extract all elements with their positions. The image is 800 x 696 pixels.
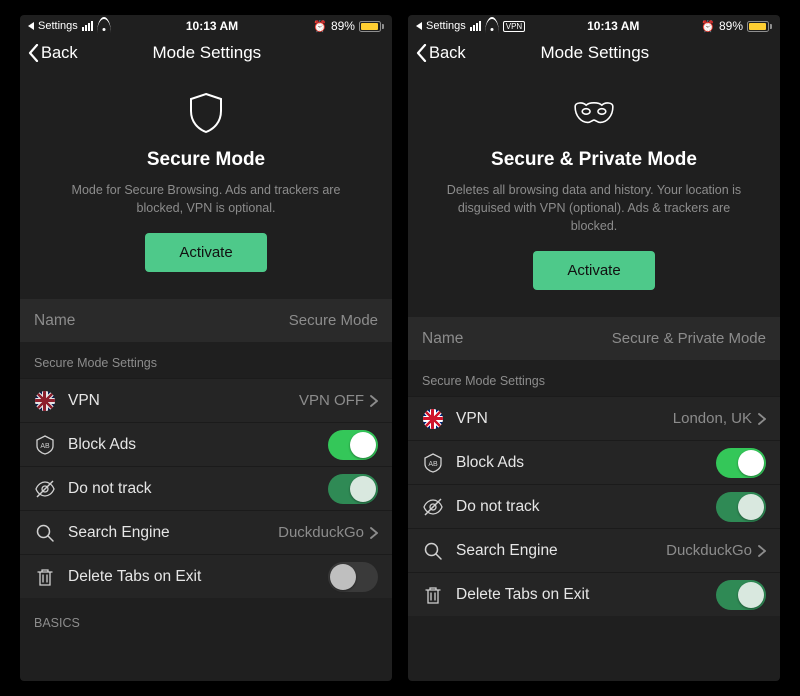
- alarm-icon: ⏰: [313, 20, 327, 33]
- screen-secure-private-mode: Settings VPN 10:13 AM ⏰ 89% Back Mode Se…: [408, 15, 780, 681]
- row-label: Do not track: [68, 480, 152, 498]
- toggle-do-not-track[interactable]: [328, 474, 378, 504]
- mask-icon: [572, 91, 616, 135]
- battery-percent: 89%: [331, 19, 355, 33]
- row-do-not-track: Do not track: [20, 466, 392, 510]
- hero-title: Secure & Private Mode: [436, 149, 752, 171]
- row-delete-tabs: Delete Tabs on Exit: [408, 572, 780, 616]
- row-search-engine[interactable]: Search Engine DuckduckGo: [408, 528, 780, 572]
- nav-bar: Back Mode Settings: [20, 37, 392, 73]
- uk-flag-icon: [34, 390, 56, 412]
- section-header: Secure Mode Settings: [20, 342, 392, 378]
- row-vpn[interactable]: VPN VPN OFF: [20, 378, 392, 422]
- row-label: Delete Tabs on Exit: [456, 586, 589, 604]
- battery-icon: [747, 21, 772, 32]
- row-do-not-track: Do not track: [408, 484, 780, 528]
- status-carrier: Settings: [426, 20, 466, 32]
- name-row[interactable]: Name Secure Mode: [20, 298, 392, 342]
- chevron-right-icon: [370, 395, 378, 407]
- wifi-icon: [97, 21, 111, 31]
- hero-desc: Deletes all browsing data and history. Y…: [436, 181, 752, 235]
- row-vpn[interactable]: VPN London, UK: [408, 396, 780, 440]
- name-value: Secure Mode: [289, 312, 378, 329]
- row-label: Search Engine: [68, 524, 170, 542]
- page-title: Mode Settings: [30, 43, 384, 63]
- eye-off-icon: [422, 496, 444, 518]
- activate-button[interactable]: Activate: [145, 233, 266, 272]
- eye-off-icon: [34, 478, 56, 500]
- row-delete-tabs: Delete Tabs on Exit: [20, 554, 392, 598]
- ab-badge-icon: AB: [422, 452, 444, 474]
- name-row[interactable]: Name Secure & Private Mode: [408, 316, 780, 360]
- trash-icon: [34, 566, 56, 588]
- row-label: Do not track: [456, 498, 540, 516]
- row-label: VPN: [68, 392, 100, 410]
- row-value: London, UK: [673, 410, 752, 427]
- shield-icon: [184, 91, 228, 135]
- row-search-engine[interactable]: Search Engine DuckduckGo: [20, 510, 392, 554]
- toggle-do-not-track[interactable]: [716, 492, 766, 522]
- svg-text:AB: AB: [40, 443, 50, 450]
- row-label: Delete Tabs on Exit: [68, 568, 201, 586]
- alarm-icon: ⏰: [701, 20, 715, 33]
- chevron-right-icon: [758, 545, 766, 557]
- toggle-block-ads[interactable]: [716, 448, 766, 478]
- activate-button[interactable]: Activate: [533, 251, 654, 290]
- status-carrier: Settings: [38, 20, 78, 32]
- name-label: Name: [422, 330, 463, 348]
- toggle-block-ads[interactable]: [328, 430, 378, 460]
- trash-icon: [422, 584, 444, 606]
- row-block-ads: AB Block Ads: [20, 422, 392, 466]
- row-label: Block Ads: [456, 454, 524, 472]
- row-label: Search Engine: [456, 542, 558, 560]
- wifi-icon: [485, 21, 499, 31]
- ab-badge-icon: AB: [34, 434, 56, 456]
- row-value: DuckduckGo: [666, 542, 752, 559]
- svg-text:AB: AB: [428, 461, 438, 468]
- status-time: 10:13 AM: [587, 19, 639, 33]
- row-block-ads: AB Block Ads: [408, 440, 780, 484]
- row-label: VPN: [456, 410, 488, 428]
- battery-icon: [359, 21, 384, 32]
- chevron-right-icon: [758, 413, 766, 425]
- row-value: DuckduckGo: [278, 524, 364, 541]
- nav-bar: Back Mode Settings: [408, 37, 780, 73]
- status-time: 10:13 AM: [186, 19, 238, 33]
- status-bar: Settings 10:13 AM ⏰ 89%: [20, 15, 392, 37]
- section-header: Secure Mode Settings: [408, 360, 780, 396]
- hero: Secure Mode Mode for Secure Browsing. Ad…: [20, 73, 392, 292]
- hero: Secure & Private Mode Deletes all browsi…: [408, 73, 780, 310]
- hero-title: Secure Mode: [48, 149, 364, 171]
- toggle-delete-tabs[interactable]: [716, 580, 766, 610]
- vpn-status-icon: VPN: [503, 21, 525, 32]
- toggle-delete-tabs[interactable]: [328, 562, 378, 592]
- cellular-signal-icon: [470, 21, 481, 31]
- magnifier-icon: [422, 540, 444, 562]
- magnifier-icon: [34, 522, 56, 544]
- row-value: VPN OFF: [299, 392, 364, 409]
- section-header-basics: BASICS: [20, 598, 392, 638]
- hero-desc: Mode for Secure Browsing. Ads and tracke…: [48, 181, 364, 217]
- screen-secure-mode: Settings 10:13 AM ⏰ 89% Back Mode Settin…: [20, 15, 392, 681]
- back-to-app-caret-icon: [416, 22, 422, 30]
- battery-percent: 89%: [719, 19, 743, 33]
- status-bar: Settings VPN 10:13 AM ⏰ 89%: [408, 15, 780, 37]
- page-title: Mode Settings: [418, 43, 772, 63]
- cellular-signal-icon: [82, 21, 93, 31]
- name-value: Secure & Private Mode: [612, 330, 766, 347]
- chevron-right-icon: [370, 527, 378, 539]
- back-to-app-caret-icon: [28, 22, 34, 30]
- name-label: Name: [34, 312, 75, 330]
- row-label: Block Ads: [68, 436, 136, 454]
- uk-flag-icon: [422, 408, 444, 430]
